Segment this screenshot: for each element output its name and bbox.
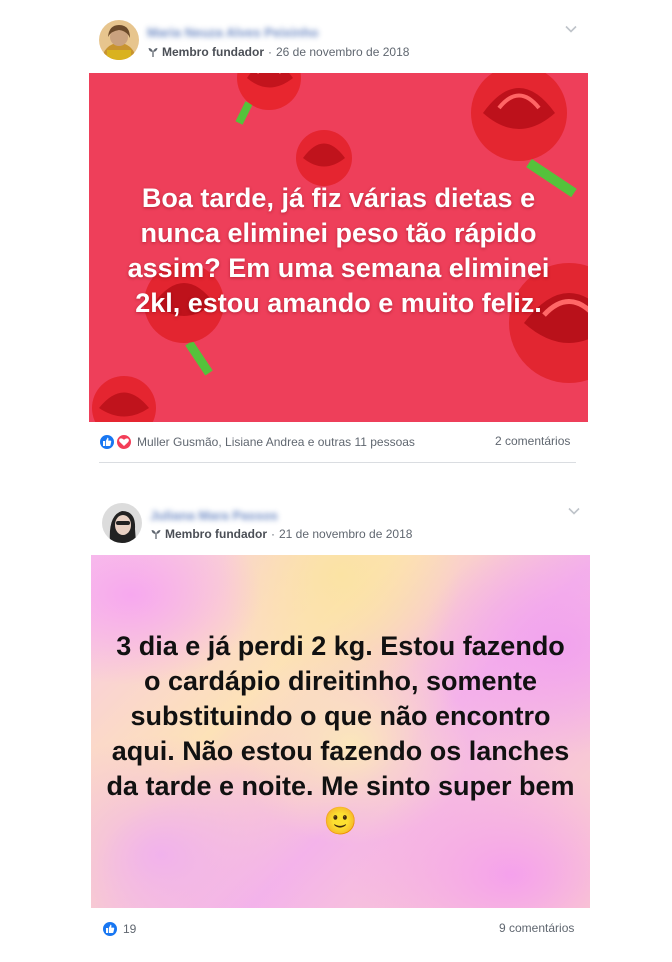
- separator: ·: [271, 527, 275, 541]
- author-name[interactable]: Juliana Mara Passos: [150, 508, 278, 523]
- chevron-down-icon[interactable]: [568, 507, 580, 515]
- photo-text: 3 dia e já perdi 2 kg. Estou fazendo o c…: [106, 630, 575, 836]
- photo-text: Boa tarde, já fiz várias dietas e nunca …: [127, 182, 550, 318]
- sprout-icon: [150, 528, 162, 540]
- post-meta: Membro fundador · 21 de novembro de 2018: [150, 527, 412, 541]
- like-icon: [102, 921, 118, 937]
- post-photo[interactable]: 3 dia e já perdi 2 kg. Estou fazendo o c…: [91, 555, 590, 908]
- reactions-summary[interactable]: 19: [102, 921, 136, 937]
- post-date[interactable]: 21 de novembro de 2018: [279, 527, 412, 541]
- rose-decoration: [92, 376, 156, 422]
- comments-count[interactable]: 9 comentários: [499, 921, 574, 935]
- reactions-count[interactable]: 19: [123, 922, 136, 936]
- avatar[interactable]: [102, 503, 142, 543]
- member-badge: Membro fundador: [165, 527, 267, 541]
